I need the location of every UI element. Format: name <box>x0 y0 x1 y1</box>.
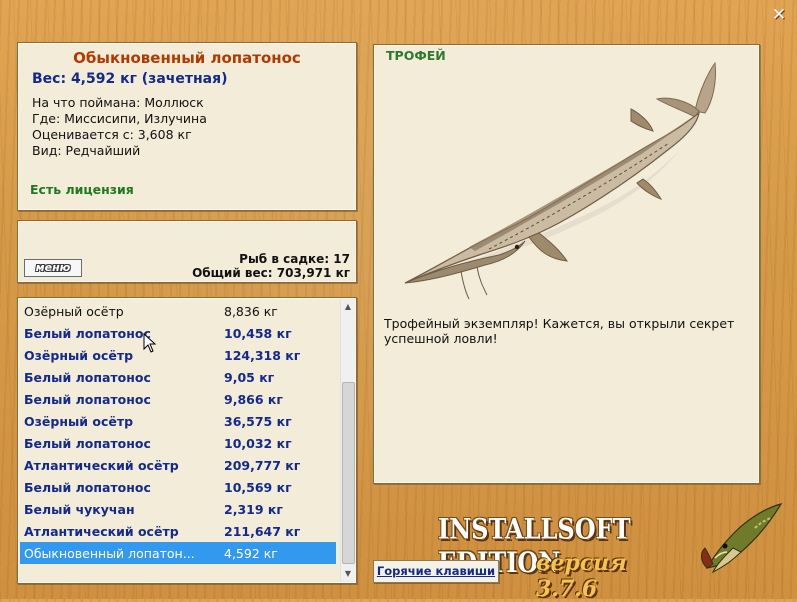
menu-button[interactable]: меню <box>24 259 82 277</box>
catch-item-name: Атлантический осётр <box>24 458 179 473</box>
catch-item-weight: 4,592 кг <box>224 546 278 561</box>
catch-item-weight: 36,575 кг <box>224 414 292 429</box>
catch-list-item[interactable]: Атлантический осётр 211,647 кг <box>20 520 336 542</box>
catch-list-item[interactable]: Белый чукучан 2,319 кг <box>20 498 336 520</box>
catch-item-name: Озёрный осётр <box>24 304 124 319</box>
catch-list-item[interactable]: Белый лопатонос 9,866 кг <box>20 388 336 410</box>
fish-weight: Вес: 4,592 кг (зачетная) <box>32 71 228 87</box>
catch-list-item[interactable]: Обыкновенный лопатон... 4,592 кг <box>20 542 336 564</box>
catch-item-name: Белый лопатонос <box>24 392 151 407</box>
list-scrollbar[interactable]: ▲ ▼ <box>340 300 355 581</box>
sturgeon-image <box>404 61 716 300</box>
catch-item-name: Белый лопатонос <box>24 480 151 495</box>
scroll-down-icon[interactable]: ▼ <box>341 567 355 581</box>
catch-item-name: Белый лопатонос <box>24 370 151 385</box>
catch-item-weight: 9,05 кг <box>224 370 275 385</box>
catch-list-item[interactable]: Озёрный осётр 36,575 кг <box>20 410 336 432</box>
catch-list-item[interactable]: Озёрный осётр 124,318 кг <box>20 344 336 366</box>
trophy-message: Трофейный экземпляр! Кажется, вы открыли… <box>384 316 735 346</box>
detail-location: Где: Миссисипи, Излучина <box>32 111 207 126</box>
keepnet-fish-count: Рыб в садке: 17 <box>239 252 350 266</box>
catch-list-panel: Озёрный осётр 8,836 кг Белый лопатонос 10,4… <box>17 297 357 584</box>
catch-list-item[interactable]: Озёрный осётр 8,836 кг <box>20 300 336 322</box>
catch-item-weight: 10,458 кг <box>224 326 292 341</box>
hotkeys-button[interactable]: Горячие клавиши <box>373 560 499 583</box>
catch-item-name: Белый чукучан <box>24 502 135 517</box>
catch-item-weight: 10,569 кг <box>224 480 292 495</box>
catch-item-name: Атлантический осётр <box>24 524 179 539</box>
catch-list-item[interactable]: Атлантический осётр 209,777 кг <box>20 454 336 476</box>
license-status: Есть лицензия <box>30 182 134 197</box>
detail-rarity: Вид: Редчайший <box>32 143 141 158</box>
catch-item-weight: 9,866 кг <box>224 392 283 407</box>
catch-list-item[interactable]: Белый лопатонос 10,569 кг <box>20 476 336 498</box>
catch-item-weight: 209,777 кг <box>224 458 301 473</box>
scroll-up-icon[interactable]: ▲ <box>341 300 355 314</box>
pike-logo-icon <box>700 503 783 574</box>
fish-info-panel: Обыкновенный лопатонос Вес: 4,592 кг (за… <box>17 42 357 211</box>
mouse-cursor-icon <box>143 333 157 353</box>
detail-threshold: Оценивается с: 3,608 кг <box>32 127 192 142</box>
catch-item-weight: 124,318 кг <box>224 348 301 363</box>
catch-item-name: Обыкновенный лопатон... <box>24 546 195 561</box>
catch-item-name: Белый лопатонос <box>24 326 151 341</box>
keepnet-panel: меню Рыб в садке: 17 Общий вес: 703,971 … <box>17 220 357 283</box>
catch-item-weight: 10,032 кг <box>224 436 292 451</box>
catch-item-weight: 211,647 кг <box>224 524 301 539</box>
catch-list: Озёрный осётр 8,836 кг Белый лопатонос 10,4… <box>20 300 336 564</box>
catch-item-name: Озёрный осётр <box>24 348 134 363</box>
catch-item-weight: 2,319 кг <box>224 502 283 517</box>
catch-list-item[interactable]: Белый лопатонос 10,032 кг <box>20 432 336 454</box>
scrollbar-thumb[interactable] <box>342 382 355 564</box>
catch-list-item[interactable]: Белый лопатонос 9,05 кг <box>20 366 336 388</box>
fish-name-title: Обыкновенный лопатонос <box>73 49 301 67</box>
catch-item-name: Белый лопатонос <box>24 436 151 451</box>
trophy-panel: Трофей Трофейный экземпляр! Кажется, вы … <box>373 44 760 484</box>
detail-bait: На что поймана: Моллюск <box>32 95 204 110</box>
catch-list-item[interactable]: Белый лопатонос 10,458 кг <box>20 322 336 344</box>
catch-item-weight: 8,836 кг <box>224 304 278 319</box>
catch-item-name: Озёрный осётр <box>24 414 134 429</box>
close-icon[interactable]: ✕ <box>770 6 788 24</box>
edition-version: версия 3.7.6 <box>536 550 627 602</box>
keepnet-total-weight: Общий вес: 703,971 кг <box>192 266 350 280</box>
